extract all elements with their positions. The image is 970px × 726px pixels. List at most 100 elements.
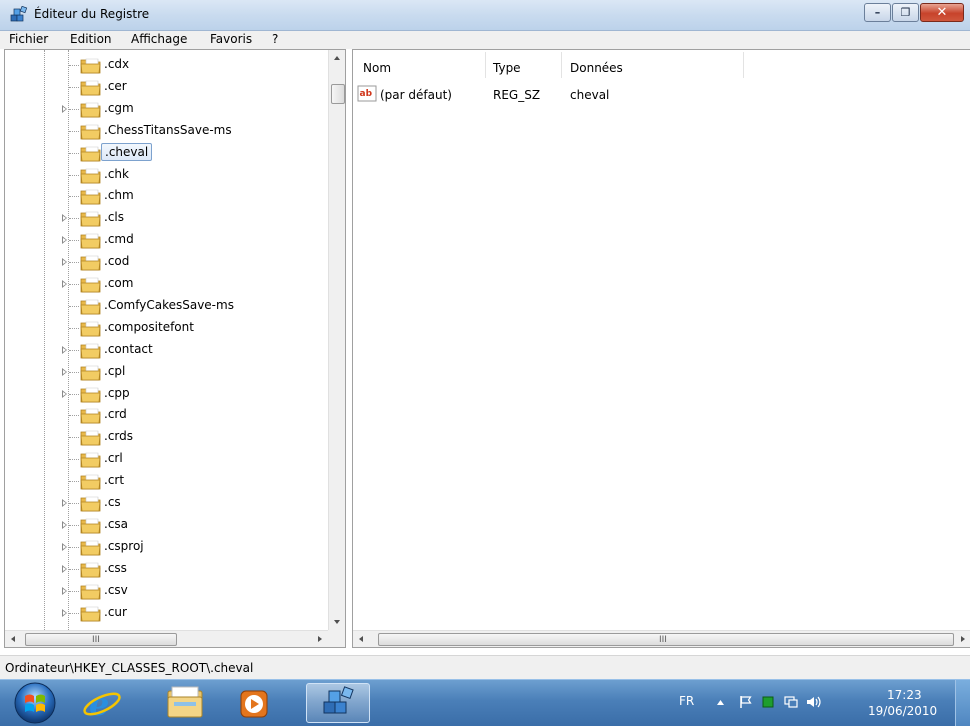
tree-item[interactable]: .cmd [5,229,329,251]
window-title: Éditeur du Registre [34,7,150,21]
network-icon[interactable] [783,694,799,710]
expand-arrow-icon[interactable] [62,258,67,267]
menu-fichier[interactable]: Fichier [9,32,48,46]
clock-date[interactable]: 19/06/2010 [868,704,937,718]
expand-arrow-icon[interactable] [62,608,67,617]
tree-item-label: .chk [104,166,129,181]
tree-item[interactable]: .ChessTitansSave-ms [5,120,329,142]
scroll-grip: III [659,635,667,645]
column-separator[interactable] [743,52,744,78]
expand-arrow-icon[interactable] [62,564,67,573]
expand-arrow-icon[interactable] [62,542,67,551]
scroll-up-icon[interactable] [334,56,340,60]
values-hscroll-thumb[interactable]: III [378,633,954,646]
close-button[interactable]: ✕ [920,3,964,22]
tree-item[interactable]: .cur [5,602,329,624]
expand-arrow-icon[interactable] [62,520,67,529]
tree-horizontal-scrollbar[interactable]: III [5,630,328,647]
media-player-icon [240,690,268,718]
folder-icon [80,343,101,359]
volume-icon[interactable] [805,694,823,710]
tree-vscroll-thumb[interactable] [331,84,345,104]
tree-guide-line [69,437,79,439]
taskbar-internet-explorer[interactable]: e [75,683,127,723]
menu-help[interactable]: ? [272,32,278,46]
tree-item[interactable]: .ComfyCakesSave-ms [5,295,329,317]
scroll-right-icon[interactable] [318,636,322,642]
column-name-header[interactable]: Nom [363,61,391,75]
key-path: Ordinateur\HKEY_CLASSES_ROOT\.cheval [5,661,254,675]
action-center-flag-icon[interactable] [738,694,754,710]
scroll-corner [328,630,345,647]
expand-arrow-icon[interactable] [62,389,67,398]
tree-item[interactable]: .csproj [5,536,329,558]
language-indicator[interactable]: FR [679,694,694,708]
values-horizontal-scrollbar[interactable]: III [353,630,970,647]
tree-item[interactable]: .css [5,558,329,580]
clock-time[interactable]: 17:23 [887,688,922,702]
expand-arrow-icon[interactable] [62,345,67,354]
tree-item[interactable]: .crds [5,426,329,448]
show-hidden-icons-icon[interactable] [716,698,725,706]
taskbar-media-player[interactable] [229,683,281,723]
tree-item[interactable]: .csv [5,580,329,602]
folder-icon [80,58,101,74]
expand-arrow-icon[interactable] [62,214,67,223]
folder-icon [80,102,101,118]
tree-item[interactable]: .com [5,273,329,295]
tree-item[interactable]: .crt [5,470,329,492]
tree-item[interactable]: .cpl [5,361,329,383]
values-list-pane[interactable]: Nom Type Données ab (par défaut) REG_SZ … [352,49,970,648]
tree-vertical-scrollbar[interactable] [328,50,345,630]
show-desktop-button[interactable] [955,680,970,726]
restore-icon: ❐ [900,6,911,19]
folder-icon [80,277,101,293]
tree-item[interactable]: .cgm [5,98,329,120]
tree-item[interactable]: .crd [5,404,329,426]
tree-hscroll-thumb[interactable]: III [25,633,177,646]
scroll-right-icon[interactable] [961,636,965,642]
tree-item[interactable]: .cod [5,251,329,273]
title-bar[interactable]: Éditeur du Registre – ❐ ✕ [0,0,970,31]
start-button-icon[interactable] [13,681,57,725]
tree-item[interactable]: .cer [5,76,329,98]
menu-edition[interactable]: Edition [70,32,112,46]
tree-item[interactable]: .chm [5,185,329,207]
tree-item[interactable]: .csa [5,514,329,536]
tree-item-label: .contact [104,341,153,356]
expand-arrow-icon[interactable] [62,280,67,288]
tree-item[interactable]: .cs [5,492,329,514]
tree-item[interactable]: .cls [5,207,329,229]
column-data-header[interactable]: Données [570,61,623,75]
tree-guide-line [69,524,79,526]
key-tree-pane[interactable]: .cdx .cer .cgm .ChessTitansSave-ms .cheval .c… [4,49,346,648]
tree-guide-line [69,218,79,220]
menu-favoris[interactable]: Favoris [210,32,252,46]
column-type-header[interactable]: Type [493,61,521,75]
column-separator[interactable] [485,52,486,78]
scroll-left-icon[interactable] [11,636,15,642]
tree-item[interactable]: .chk [5,164,329,186]
tree-item[interactable]: .crl [5,448,329,470]
expand-arrow-icon[interactable] [62,367,67,376]
value-row[interactable]: ab (par défaut) REG_SZ cheval [353,85,970,105]
scroll-left-icon[interactable] [359,636,363,642]
expand-arrow-icon[interactable] [62,104,67,113]
security-status-icon[interactable] [760,694,776,710]
tree-item[interactable]: .cheval [5,142,329,164]
taskbar-registry-editor[interactable] [306,683,370,723]
taskbar-file-explorer[interactable] [160,683,212,723]
minimize-button[interactable]: – [864,3,891,22]
menu-affichage[interactable]: Affichage [131,32,187,46]
tree-item[interactable]: .contact [5,339,329,361]
expand-arrow-icon[interactable] [62,236,67,245]
folder-icon [80,387,101,402]
expand-arrow-icon[interactable] [62,499,67,507]
scroll-down-icon[interactable] [334,620,340,624]
tree-item[interactable]: .cdx [5,54,329,76]
tree-item[interactable]: .cpp [5,383,329,405]
maximize-button[interactable]: ❐ [892,3,919,22]
tree-item[interactable]: .compositefont [5,317,329,339]
column-separator[interactable] [561,52,562,78]
expand-arrow-icon[interactable] [62,586,67,595]
